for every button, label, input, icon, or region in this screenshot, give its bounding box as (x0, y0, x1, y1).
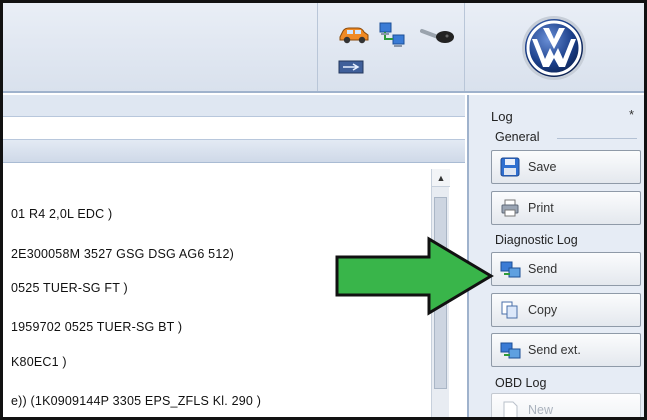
send-button-label: Send (528, 262, 558, 276)
save-icon (500, 157, 522, 177)
green-arrow-pointer (335, 236, 494, 316)
copy-button[interactable]: Copy (491, 293, 641, 327)
header-bar (3, 3, 644, 93)
send-icon (500, 259, 522, 279)
list-panel-header (3, 139, 465, 163)
list-item[interactable]: 0525 TUER-SG FT ) (11, 281, 128, 295)
group-label-general: General (495, 130, 540, 144)
save-button[interactable]: Save (491, 150, 641, 184)
send-ext-button[interactable]: Send ext. (491, 333, 641, 367)
car-icon[interactable] (338, 23, 370, 45)
copy-icon (500, 300, 522, 320)
print-button[interactable]: Print (491, 191, 641, 225)
group-divider (557, 138, 637, 139)
send-button[interactable]: Send (491, 252, 641, 286)
list-item[interactable]: K80EC1 ) (11, 355, 67, 369)
send-ext-button-label: Send ext. (528, 343, 581, 357)
key-icon[interactable] (420, 25, 456, 45)
network-icon[interactable] (378, 21, 408, 49)
group-label-diagnostic-log: Diagnostic Log (495, 233, 578, 247)
group-label-obd-log: OBD Log (495, 376, 547, 390)
print-button-label: Print (528, 201, 554, 215)
sidebar-title: Log (491, 109, 513, 124)
vw-logo (522, 16, 586, 80)
new-button-label: New (528, 403, 554, 417)
toolbar-strip (3, 95, 465, 117)
header-left-area (3, 3, 315, 91)
list-item[interactable]: 01 R4 2,0L EDC ) (11, 207, 112, 221)
list-item[interactable]: e)) (1K0909144P 3305 EPS_ZFLS Kl. 290 ) (11, 394, 261, 408)
list-item[interactable]: 1959702 0525 TUER-SG BT ) (11, 320, 182, 334)
new-button[interactable]: New (491, 393, 641, 417)
usb-icon[interactable] (338, 59, 364, 75)
scroll-up-icon[interactable]: ▲ (432, 169, 450, 187)
application-window: 01 R4 2,0L EDC ) 2E300058M 3527 GSG DSG … (0, 0, 647, 420)
logo-area (467, 3, 644, 91)
list-item[interactable]: 2E300058M 3527 GSG DSG AG6 512) (11, 247, 234, 261)
status-icons-area (317, 3, 465, 91)
send-ext-icon (500, 340, 522, 360)
save-button-label: Save (528, 160, 557, 174)
pin-icon[interactable]: * (629, 107, 634, 122)
new-icon (500, 400, 522, 417)
print-icon (500, 198, 522, 218)
copy-button-label: Copy (528, 303, 558, 317)
